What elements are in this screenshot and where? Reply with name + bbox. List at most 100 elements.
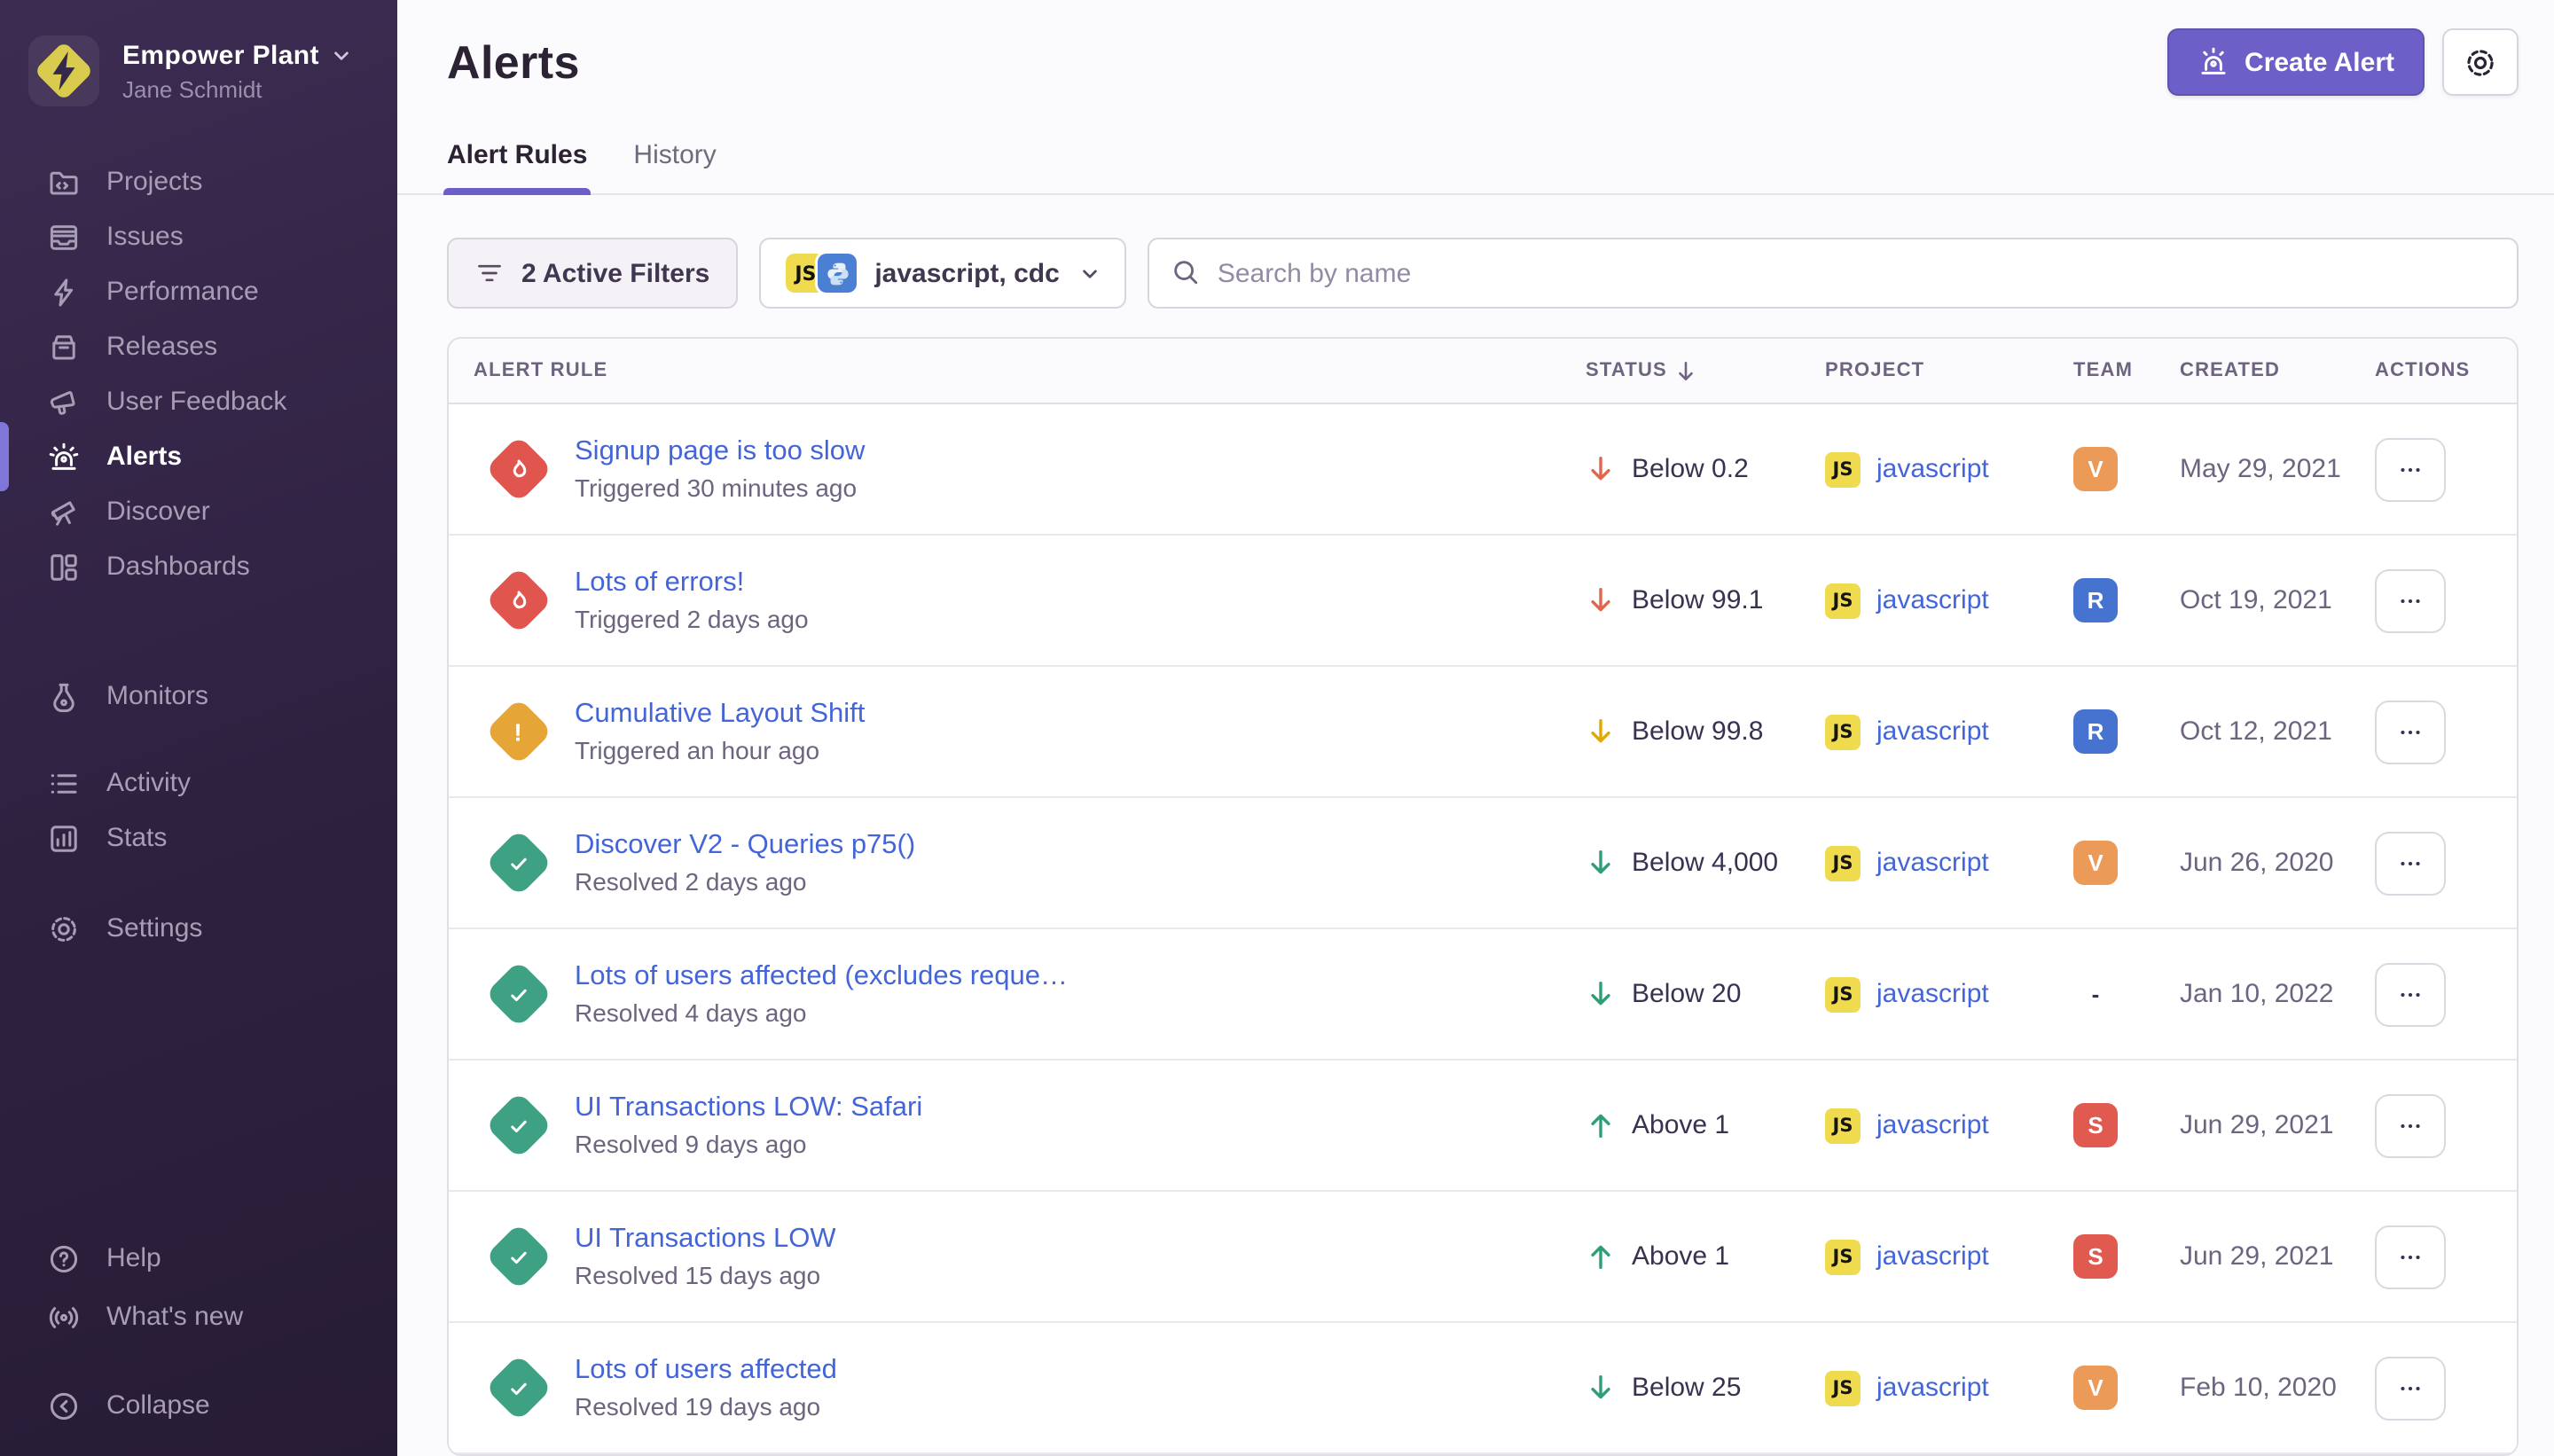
sidebar-item-settings[interactable]: Settings bbox=[0, 901, 397, 956]
column-created: Created bbox=[2180, 360, 2375, 381]
whats-new-icon bbox=[48, 1301, 80, 1333]
main-content: Alerts Create Alert Al bbox=[397, 0, 2554, 1456]
alert-rule-link[interactable]: Lots of errors! bbox=[575, 568, 809, 599]
project-link[interactable]: javascript bbox=[1876, 454, 1989, 484]
created-date: Oct 12, 2021 bbox=[2180, 716, 2375, 747]
alert-rule-link[interactable]: Lots of users affected bbox=[575, 1355, 837, 1387]
javascript-platform-icon: JS bbox=[1825, 714, 1861, 749]
exclamation-icon: ! bbox=[514, 717, 522, 746]
sidebar-item-performance[interactable]: Performance bbox=[0, 264, 397, 319]
sidebar-item-collapse[interactable]: Collapse bbox=[0, 1376, 397, 1435]
severity-icon: ! bbox=[485, 829, 552, 896]
org-name: Empower Plant bbox=[122, 40, 319, 70]
row-actions-button[interactable] bbox=[2375, 1093, 2446, 1157]
team-avatar: R bbox=[2073, 578, 2118, 622]
project-link[interactable]: javascript bbox=[1876, 585, 1989, 615]
sidebar-item-stats[interactable]: Stats bbox=[0, 810, 397, 865]
table-row: ! Discover V2 - Queries p75() Resolved 2… bbox=[449, 798, 2517, 929]
tab-alert-rules[interactable]: Alert Rules bbox=[447, 140, 587, 193]
sidebar-footer: Help What's new Collapse bbox=[0, 1229, 397, 1435]
row-actions-button[interactable] bbox=[2375, 568, 2446, 632]
table-row: ! Cumulative Layout Shift Triggered an h… bbox=[449, 667, 2517, 798]
alerts-settings-button[interactable] bbox=[2442, 28, 2519, 96]
check-icon bbox=[506, 850, 531, 875]
tab-history[interactable]: History bbox=[633, 140, 716, 193]
alert-rule-link[interactable]: UI Transactions LOW bbox=[575, 1224, 836, 1256]
javascript-platform-icon: JS bbox=[1825, 583, 1861, 618]
created-date: Oct 19, 2021 bbox=[2180, 585, 2375, 615]
row-actions-button[interactable] bbox=[2375, 700, 2446, 763]
team-avatar: S bbox=[2073, 1103, 2118, 1147]
chevron-down-icon bbox=[332, 45, 351, 65]
severity-icon: ! bbox=[485, 1092, 552, 1159]
create-alert-label: Create Alert bbox=[2245, 47, 2394, 77]
row-actions-button[interactable] bbox=[2375, 1225, 2446, 1288]
trend-arrow-icon bbox=[1586, 454, 1616, 484]
row-actions-button[interactable] bbox=[2375, 1356, 2446, 1420]
project-link[interactable]: javascript bbox=[1876, 1373, 1989, 1403]
active-filters-label: 2 Active Filters bbox=[521, 258, 709, 288]
sidebar-item-monitors[interactable]: Monitors bbox=[0, 669, 397, 724]
column-alert-rule: Alert Rule bbox=[449, 360, 1586, 381]
trend-arrow-icon bbox=[1586, 979, 1616, 1009]
status-threshold: Below 0.2 bbox=[1632, 454, 1749, 484]
alert-rule-link[interactable]: Lots of users affected (excludes reque… bbox=[575, 961, 1068, 993]
alert-rule-link[interactable]: Signup page is too slow bbox=[575, 436, 865, 468]
row-actions-button[interactable] bbox=[2375, 831, 2446, 895]
status-threshold: Below 4,000 bbox=[1632, 848, 1778, 878]
sidebar-item-help[interactable]: Help bbox=[0, 1229, 397, 1288]
project-link[interactable]: javascript bbox=[1876, 979, 1989, 1009]
column-status[interactable]: Status bbox=[1586, 359, 1825, 382]
table-row: ! Lots of users affected (excludes reque… bbox=[449, 929, 2517, 1061]
sidebar-item-user-feedback[interactable]: User Feedback bbox=[0, 374, 397, 429]
page-title: Alerts bbox=[447, 35, 580, 90]
trend-arrow-icon bbox=[1586, 716, 1616, 747]
content-area: 2 Active Filters JS javascript, bbox=[397, 238, 2554, 1456]
sidebar-item-projects[interactable]: Projects bbox=[0, 154, 397, 209]
project-link[interactable]: javascript bbox=[1876, 716, 1989, 747]
alert-rule-status-note: Triggered 30 minutes ago bbox=[575, 474, 865, 502]
sidebar-item-issues[interactable]: Issues bbox=[0, 209, 397, 264]
check-icon bbox=[506, 1375, 531, 1400]
created-date: May 29, 2021 bbox=[2180, 454, 2375, 484]
monitors-icon bbox=[48, 680, 80, 712]
sidebar-item-discover[interactable]: Discover bbox=[0, 484, 397, 539]
project-link[interactable]: javascript bbox=[1876, 1241, 1989, 1272]
trend-arrow-icon bbox=[1586, 1110, 1616, 1140]
row-actions-button[interactable] bbox=[2375, 437, 2446, 501]
row-actions-button[interactable] bbox=[2375, 962, 2446, 1026]
sidebar-item-activity[interactable]: Activity bbox=[0, 755, 397, 810]
status-threshold: Above 1 bbox=[1632, 1110, 1729, 1140]
alert-rule-link[interactable]: Discover V2 - Queries p75() bbox=[575, 830, 915, 862]
projects-icon bbox=[48, 166, 80, 198]
project-link[interactable]: javascript bbox=[1876, 848, 1989, 878]
project-selector-label: javascript, cdc bbox=[874, 258, 1059, 288]
sidebar-item-releases[interactable]: Releases bbox=[0, 319, 397, 374]
search-input[interactable] bbox=[1148, 238, 2519, 309]
project-link[interactable]: javascript bbox=[1876, 1110, 1989, 1140]
created-date: Jun 29, 2021 bbox=[2180, 1110, 2375, 1140]
team-avatar: V bbox=[2073, 841, 2118, 885]
sidebar: Empower Plant Jane Schmidt Projects Issu… bbox=[0, 0, 397, 1456]
status-threshold: Below 99.8 bbox=[1632, 716, 1763, 747]
alert-rules-table: Alert Rule Status Project Team Created A… bbox=[447, 337, 2519, 1456]
app-viewport: Empower Plant Jane Schmidt Projects Issu… bbox=[0, 0, 2554, 1456]
alert-rule-link[interactable]: UI Transactions LOW: Safari bbox=[575, 1092, 922, 1124]
table-row: ! UI Transactions LOW Resolved 15 days a… bbox=[449, 1192, 2517, 1323]
alert-rule-link[interactable]: Cumulative Layout Shift bbox=[575, 699, 865, 731]
table-row: ! Lots of users affected Resolved 19 day… bbox=[449, 1323, 2517, 1454]
project-selector-dropdown[interactable]: JS javascript, cdc bbox=[759, 238, 1126, 309]
sidebar-section-0: Projects Issues Performance Releases Use… bbox=[0, 154, 397, 594]
org-switcher[interactable]: Empower Plant Jane Schmidt bbox=[0, 0, 397, 108]
activity-icon bbox=[48, 767, 80, 799]
column-project: Project bbox=[1825, 360, 2073, 381]
sidebar-nav: Projects Issues Performance Releases Use… bbox=[0, 154, 397, 956]
user-name: Jane Schmidt bbox=[122, 75, 351, 102]
sidebar-item-whats-new[interactable]: What's new bbox=[0, 1288, 397, 1346]
create-alert-button[interactable]: Create Alert bbox=[2166, 28, 2425, 96]
active-filters-button[interactable]: 2 Active Filters bbox=[447, 238, 738, 309]
sidebar-item-dashboards[interactable]: Dashboards bbox=[0, 539, 397, 594]
sidebar-item-alerts[interactable]: Alerts bbox=[0, 429, 397, 484]
team-avatar: S bbox=[2073, 1234, 2118, 1279]
alert-rule-status-note: Triggered 2 days ago bbox=[575, 605, 809, 633]
